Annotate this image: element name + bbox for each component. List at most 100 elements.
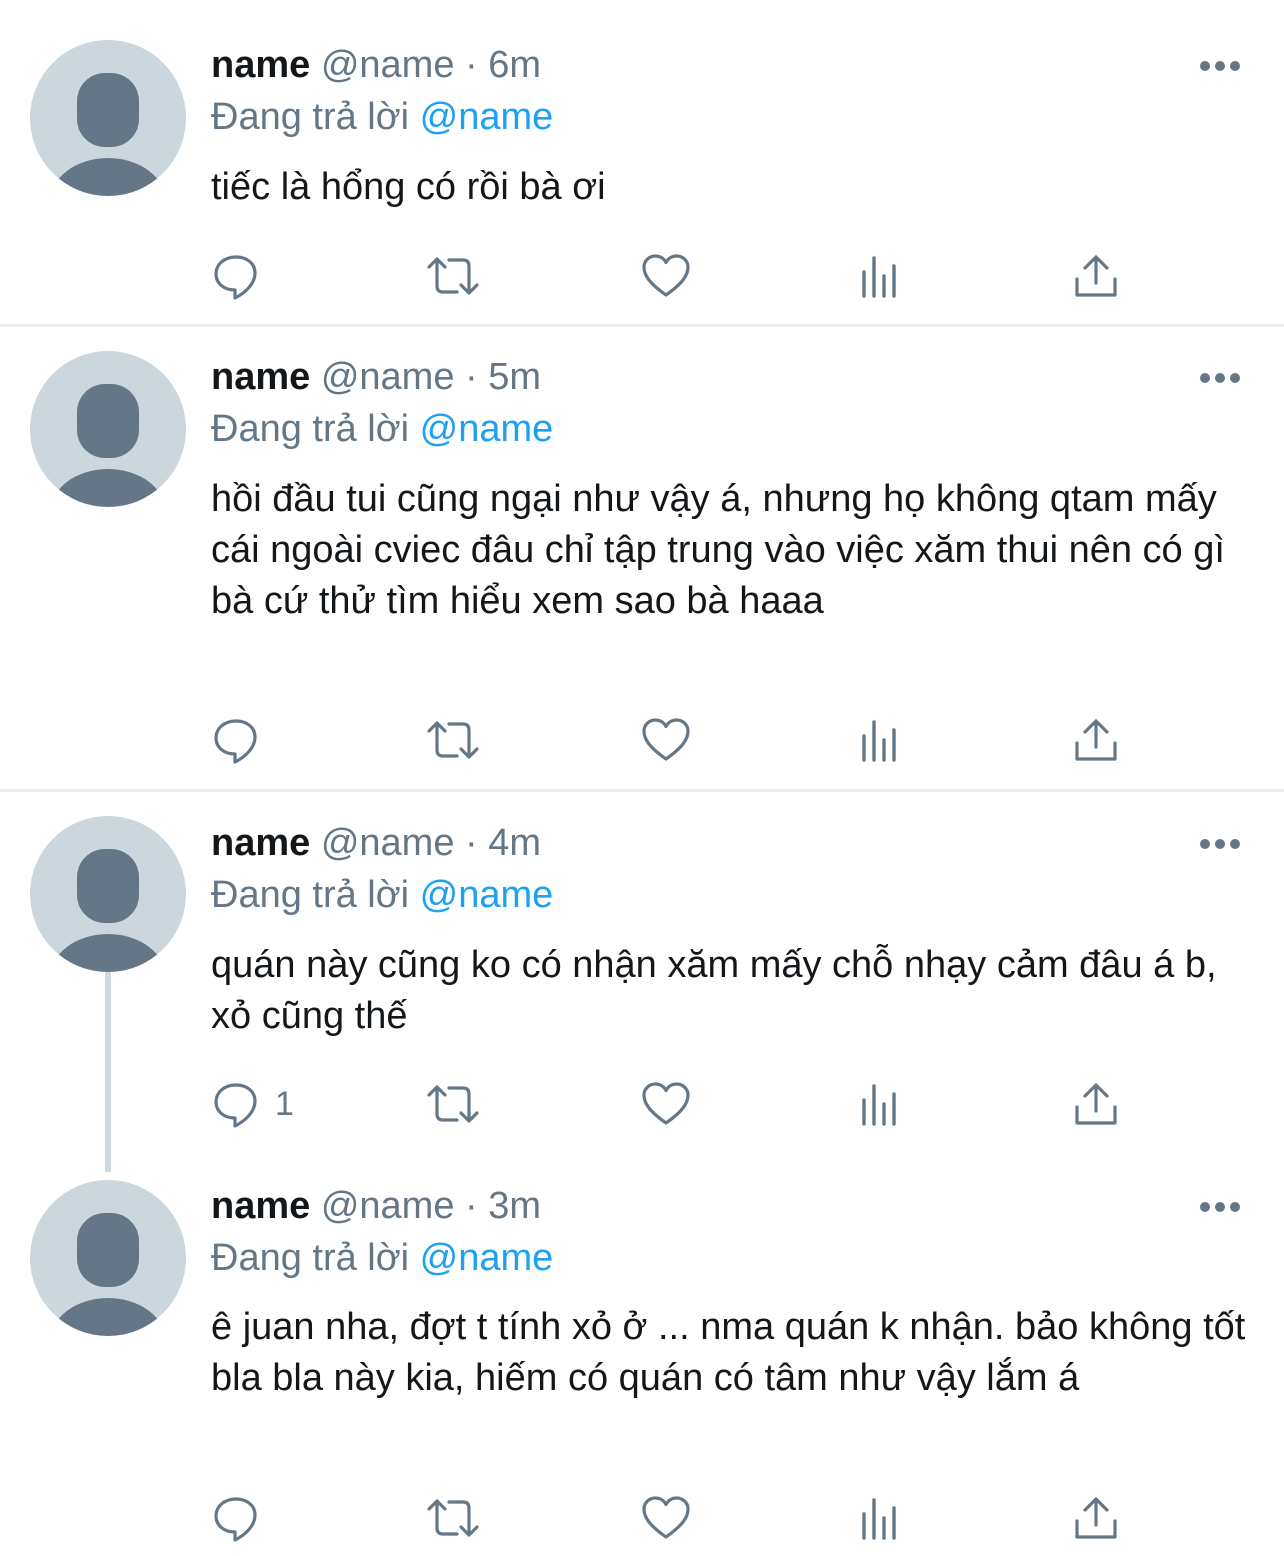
default-avatar-icon [50, 849, 166, 972]
retweet-icon [427, 721, 479, 759]
tweet-text: tiếc là hổng có rồi bà ơi [211, 166, 606, 208]
retweet-icon [427, 1499, 479, 1537]
tweet-text: hồi đầu tui cũng ngại như vậy á, nhưng h… [211, 478, 1225, 622]
display-name[interactable]: name [211, 356, 310, 398]
username[interactable]: @name [321, 356, 455, 398]
avatar[interactable] [30, 351, 186, 507]
username[interactable]: @name [321, 1185, 455, 1227]
display-name[interactable]: name [211, 1185, 310, 1227]
timestamp[interactable]: 5m [488, 356, 541, 398]
reply-button[interactable] [211, 1490, 275, 1546]
avatar[interactable] [30, 816, 186, 972]
more-options-button[interactable] [1199, 1200, 1241, 1214]
share-button[interactable] [1073, 712, 1119, 768]
more-icon [1200, 61, 1240, 71]
analytics-icon [862, 256, 896, 298]
heart-icon [642, 1496, 690, 1539]
reply-button[interactable]: 1 [211, 1076, 294, 1132]
tweet-header: name @name · 4m [211, 820, 541, 866]
replying-to: Đang trả lời @name [211, 1235, 553, 1281]
share-icon [1075, 1497, 1117, 1539]
analytics-icon [862, 720, 896, 762]
tweet[interactable]: name @name · 4m Đang trả lời @name quán … [0, 792, 1284, 1172]
default-avatar-icon [50, 384, 166, 507]
more-options-button[interactable] [1199, 837, 1241, 851]
tweet-actions [211, 712, 1211, 768]
timestamp[interactable]: 6m [488, 44, 541, 86]
retweet-button[interactable] [425, 1076, 481, 1132]
heart-icon [642, 1082, 690, 1125]
tweet-text: quán này cũng ko có nhận xăm mấy chỗ nhạ… [211, 944, 1217, 1037]
reply-icon [214, 1083, 257, 1128]
replying-to-label: Đang trả lời [211, 96, 410, 138]
retweet-button[interactable] [425, 1490, 481, 1546]
replying-to-label: Đang trả lời [211, 408, 410, 450]
analytics-icon [862, 1084, 896, 1126]
like-button[interactable] [641, 1490, 691, 1546]
tweet-actions: 1 [211, 1076, 1211, 1132]
share-icon [1075, 719, 1117, 761]
timestamp[interactable]: 3m [488, 1185, 541, 1227]
more-options-button[interactable] [1199, 59, 1241, 73]
like-button[interactable] [641, 248, 691, 304]
like-button[interactable] [641, 1076, 691, 1132]
reply-button[interactable] [211, 712, 275, 768]
replying-to-mention[interactable]: @name [420, 874, 554, 916]
separator: · [465, 356, 478, 398]
reply-icon [214, 1497, 257, 1542]
username[interactable]: @name [321, 44, 455, 86]
more-options-button[interactable] [1199, 371, 1241, 385]
replying-to-label: Đang trả lời [211, 1237, 410, 1279]
share-button[interactable] [1073, 1076, 1119, 1132]
retweet-button[interactable] [425, 712, 481, 768]
replying-to: Đang trả lời @name [211, 94, 553, 140]
more-icon [1200, 1202, 1240, 1212]
more-icon [1200, 839, 1240, 849]
replying-to-mention[interactable]: @name [420, 96, 554, 138]
replying-to: Đang trả lời @name [211, 872, 553, 918]
more-icon [1200, 373, 1240, 383]
share-icon [1075, 255, 1117, 297]
default-avatar-icon [50, 1213, 166, 1336]
analytics-button[interactable] [859, 1076, 903, 1132]
separator: · [465, 44, 478, 86]
thread-connector [105, 972, 111, 1172]
tweet-actions [211, 248, 1211, 304]
username[interactable]: @name [321, 822, 455, 864]
like-button[interactable] [641, 712, 691, 768]
reply-button[interactable] [211, 248, 275, 304]
tweet-text: ê juan nha, đợt t tính xỏ ở ... nma quán… [211, 1306, 1246, 1399]
replying-to: Đang trả lời @name [211, 406, 553, 452]
analytics-button[interactable] [859, 1490, 903, 1546]
tweet[interactable]: name @name · 5m Đang trả lời @name hồi đ… [0, 327, 1284, 789]
tweet-header: name @name · 3m [211, 1183, 541, 1229]
analytics-icon [862, 1498, 896, 1540]
tweet[interactable]: name @name · 6m Đang trả lời @name tiếc … [0, 0, 1284, 325]
share-button[interactable] [1073, 1490, 1119, 1546]
heart-icon [642, 718, 690, 761]
default-avatar-icon [50, 73, 166, 196]
avatar[interactable] [30, 1180, 186, 1336]
replying-to-label: Đang trả lời [211, 874, 410, 916]
display-name[interactable]: name [211, 44, 310, 86]
retweet-button[interactable] [425, 248, 481, 304]
separator: · [465, 1185, 478, 1227]
share-button[interactable] [1073, 248, 1119, 304]
analytics-button[interactable] [859, 712, 903, 768]
tweet[interactable]: name @name · 3m Đang trả lời @name ê jua… [0, 1172, 1284, 1556]
heart-icon [642, 254, 690, 297]
tweet-header: name @name · 6m [211, 42, 541, 88]
reply-icon [214, 719, 257, 764]
tweet-header: name @name · 5m [211, 354, 541, 400]
avatar[interactable] [30, 40, 186, 196]
replying-to-mention[interactable]: @name [420, 408, 554, 450]
reply-icon [214, 255, 257, 300]
share-icon [1075, 1083, 1117, 1125]
retweet-icon [427, 257, 479, 295]
analytics-button[interactable] [859, 248, 903, 304]
separator: · [465, 822, 478, 864]
display-name[interactable]: name [211, 822, 310, 864]
timestamp[interactable]: 4m [488, 822, 541, 864]
reply-count: 1 [275, 1084, 294, 1123]
replying-to-mention[interactable]: @name [420, 1237, 554, 1279]
